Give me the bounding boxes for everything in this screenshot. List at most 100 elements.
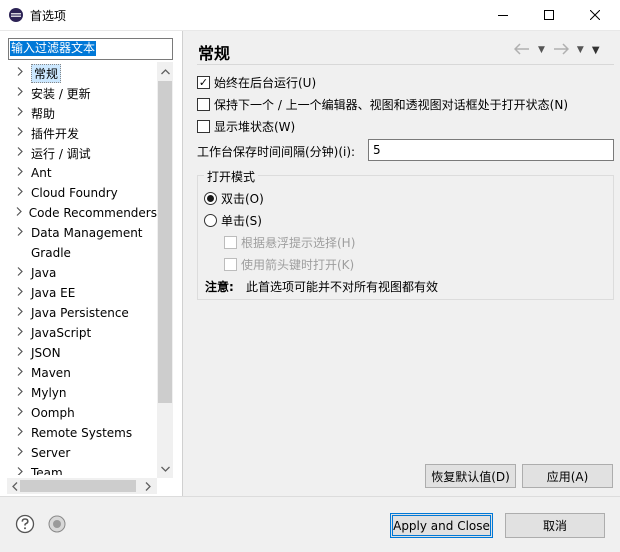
tree-hscroll-thumb[interactable] xyxy=(20,480,136,492)
tree-item-label: Java xyxy=(31,266,57,280)
tree-item[interactable]: Code Recommenders xyxy=(0,203,157,223)
tree-item-label: Code Recommenders xyxy=(28,206,157,220)
back-arrow-icon[interactable] xyxy=(513,42,530,58)
scroll-up-arrow-icon[interactable] xyxy=(157,64,173,80)
restore-defaults-button[interactable]: 恢复默认值(D) xyxy=(425,464,516,488)
checkbox-box[interactable]: ✓ xyxy=(197,75,210,89)
tree-item[interactable]: Cloud Foundry xyxy=(0,183,157,203)
open-with-arrow-keys-checkbox: 使用箭头键时打开(K) xyxy=(224,254,354,274)
tree-item[interactable]: JavaScript xyxy=(0,323,157,343)
import-export-prefs-icon[interactable] xyxy=(47,514,67,534)
chevron-right-icon[interactable] xyxy=(14,147,26,159)
tree-item[interactable]: Oomph xyxy=(0,403,157,423)
tree-scroll-thumb[interactable] xyxy=(158,81,172,403)
scroll-down-arrow-icon[interactable] xyxy=(157,461,173,477)
tree-item-label: 运行 / 调试 xyxy=(31,146,91,161)
chevron-right-icon[interactable] xyxy=(14,347,26,359)
minimize-button[interactable] xyxy=(480,0,526,30)
radio-label: 双击(O) xyxy=(221,191,264,206)
window-title: 首选项 xyxy=(30,9,67,23)
apply-and-close-button[interactable]: Apply and Close xyxy=(390,513,493,538)
tree-item-label: Java EE xyxy=(31,286,76,300)
maximize-icon xyxy=(544,10,554,20)
tree-item[interactable]: 插件开发 xyxy=(0,123,157,143)
chevron-right-icon[interactable] xyxy=(14,167,26,179)
show-heap-status-checkbox[interactable]: 显示堆状态(W) xyxy=(197,116,295,136)
chevron-right-icon[interactable] xyxy=(14,367,26,379)
chevron-right-icon[interactable] xyxy=(14,127,26,139)
chevron-right-icon[interactable] xyxy=(14,187,26,199)
checkbox-label: 保持下一个 / 上一个编辑器、视图和透视图对话框处于打开状态(N) xyxy=(214,97,569,112)
forward-dropdown-icon[interactable]: ▼ xyxy=(577,45,584,55)
filter-input-text: 输入过滤器文本 xyxy=(10,41,97,56)
tree-item[interactable]: Team xyxy=(0,463,157,475)
scroll-right-arrow-icon[interactable] xyxy=(142,480,154,492)
radio-circle[interactable] xyxy=(204,191,217,205)
tree-item[interactable]: Mylyn xyxy=(0,383,157,403)
tree-item[interactable]: 安装 / 更新 xyxy=(0,83,157,103)
tree-item[interactable]: Java xyxy=(0,263,157,283)
tree-item[interactable]: Ant xyxy=(0,163,157,183)
cancel-button[interactable]: 取消 xyxy=(505,513,605,538)
keep-switcher-open-checkbox[interactable]: 保持下一个 / 上一个编辑器、视图和透视图对话框处于打开状态(N) xyxy=(197,94,568,114)
checkbox-box xyxy=(224,257,237,271)
chevron-right-icon[interactable] xyxy=(14,67,26,79)
chevron-right-icon[interactable] xyxy=(14,107,26,119)
double-click-radio[interactable]: 双击(O) xyxy=(204,188,264,208)
checkbox-box xyxy=(224,235,237,249)
run-in-background-checkbox[interactable]: ✓ 始终在后台运行(U) xyxy=(197,72,316,92)
page-nav-toolbar: ▼ ▼ ▼ xyxy=(513,40,614,60)
tree-item[interactable]: 帮助 xyxy=(0,103,157,123)
tree-item[interactable]: Server xyxy=(0,443,157,463)
checkbox-box[interactable] xyxy=(197,97,210,111)
chevron-right-icon[interactable] xyxy=(14,427,26,439)
tree-item-label: Cloud Foundry xyxy=(31,186,118,200)
chevron-right-icon[interactable] xyxy=(14,267,26,279)
chevron-right-icon[interactable] xyxy=(14,227,26,239)
chevron-right-icon[interactable] xyxy=(14,307,26,319)
single-click-radio[interactable]: 单击(S) xyxy=(204,210,262,230)
tree-item[interactable]: Data Management xyxy=(0,223,157,243)
minimize-icon xyxy=(498,15,508,16)
tree-item[interactable]: 运行 / 调试 xyxy=(0,143,157,163)
chevron-right-icon[interactable] xyxy=(14,467,26,475)
tree-item-label: Data Management xyxy=(31,226,143,240)
note-text: 此首选项可能并不对所有视图都有效 xyxy=(246,280,439,294)
checkbox-box[interactable] xyxy=(197,119,210,133)
close-button[interactable] xyxy=(572,0,618,30)
view-menu-icon[interactable]: ▼ xyxy=(592,45,600,56)
note-label: 注意: xyxy=(205,280,234,294)
chevron-right-icon[interactable] xyxy=(14,207,24,219)
filter-input[interactable]: 输入过滤器文本 xyxy=(8,38,173,60)
apply-button[interactable]: 应用(A) xyxy=(522,464,613,488)
page-title: 常规 xyxy=(198,44,231,63)
save-interval-input[interactable]: 5 xyxy=(368,139,614,161)
tree-item-label: JavaScript xyxy=(31,326,92,340)
back-dropdown-icon[interactable]: ▼ xyxy=(538,45,545,55)
tree-item-label: Ant xyxy=(31,166,52,180)
tree-item-label: Gradle xyxy=(31,246,71,260)
tree-item[interactable]: 常规 xyxy=(0,63,157,83)
tree-item[interactable]: Java EE xyxy=(0,283,157,303)
tree-item[interactable]: Remote Systems xyxy=(0,423,157,443)
help-icon[interactable] xyxy=(15,514,35,534)
checkbox-label: 显示堆状态(W) xyxy=(214,119,296,134)
forward-arrow-icon[interactable] xyxy=(553,42,569,58)
radio-circle[interactable] xyxy=(204,213,217,227)
tree-item[interactable]: JSON xyxy=(0,343,157,363)
chevron-right-icon[interactable] xyxy=(14,447,26,459)
tree-item[interactable]: Maven xyxy=(0,363,157,383)
chevron-right-icon[interactable] xyxy=(14,87,26,99)
chevron-right-icon[interactable] xyxy=(14,287,26,299)
maximize-button[interactable] xyxy=(526,0,572,30)
tree-item[interactable]: Gradle xyxy=(0,243,157,263)
checkbox-label: 始终在后台运行(U) xyxy=(214,75,317,90)
apply-and-close-label: Apply and Close xyxy=(393,518,490,533)
checkbox-label: 使用箭头键时打开(K) xyxy=(241,257,355,272)
tree-item-label: 安装 / 更新 xyxy=(31,86,91,101)
chevron-right-icon[interactable] xyxy=(14,327,26,339)
chevron-right-icon[interactable] xyxy=(14,407,26,419)
tree-item[interactable]: Java Persistence xyxy=(0,303,157,323)
heading-separator xyxy=(197,64,614,65)
chevron-right-icon[interactable] xyxy=(14,387,26,399)
